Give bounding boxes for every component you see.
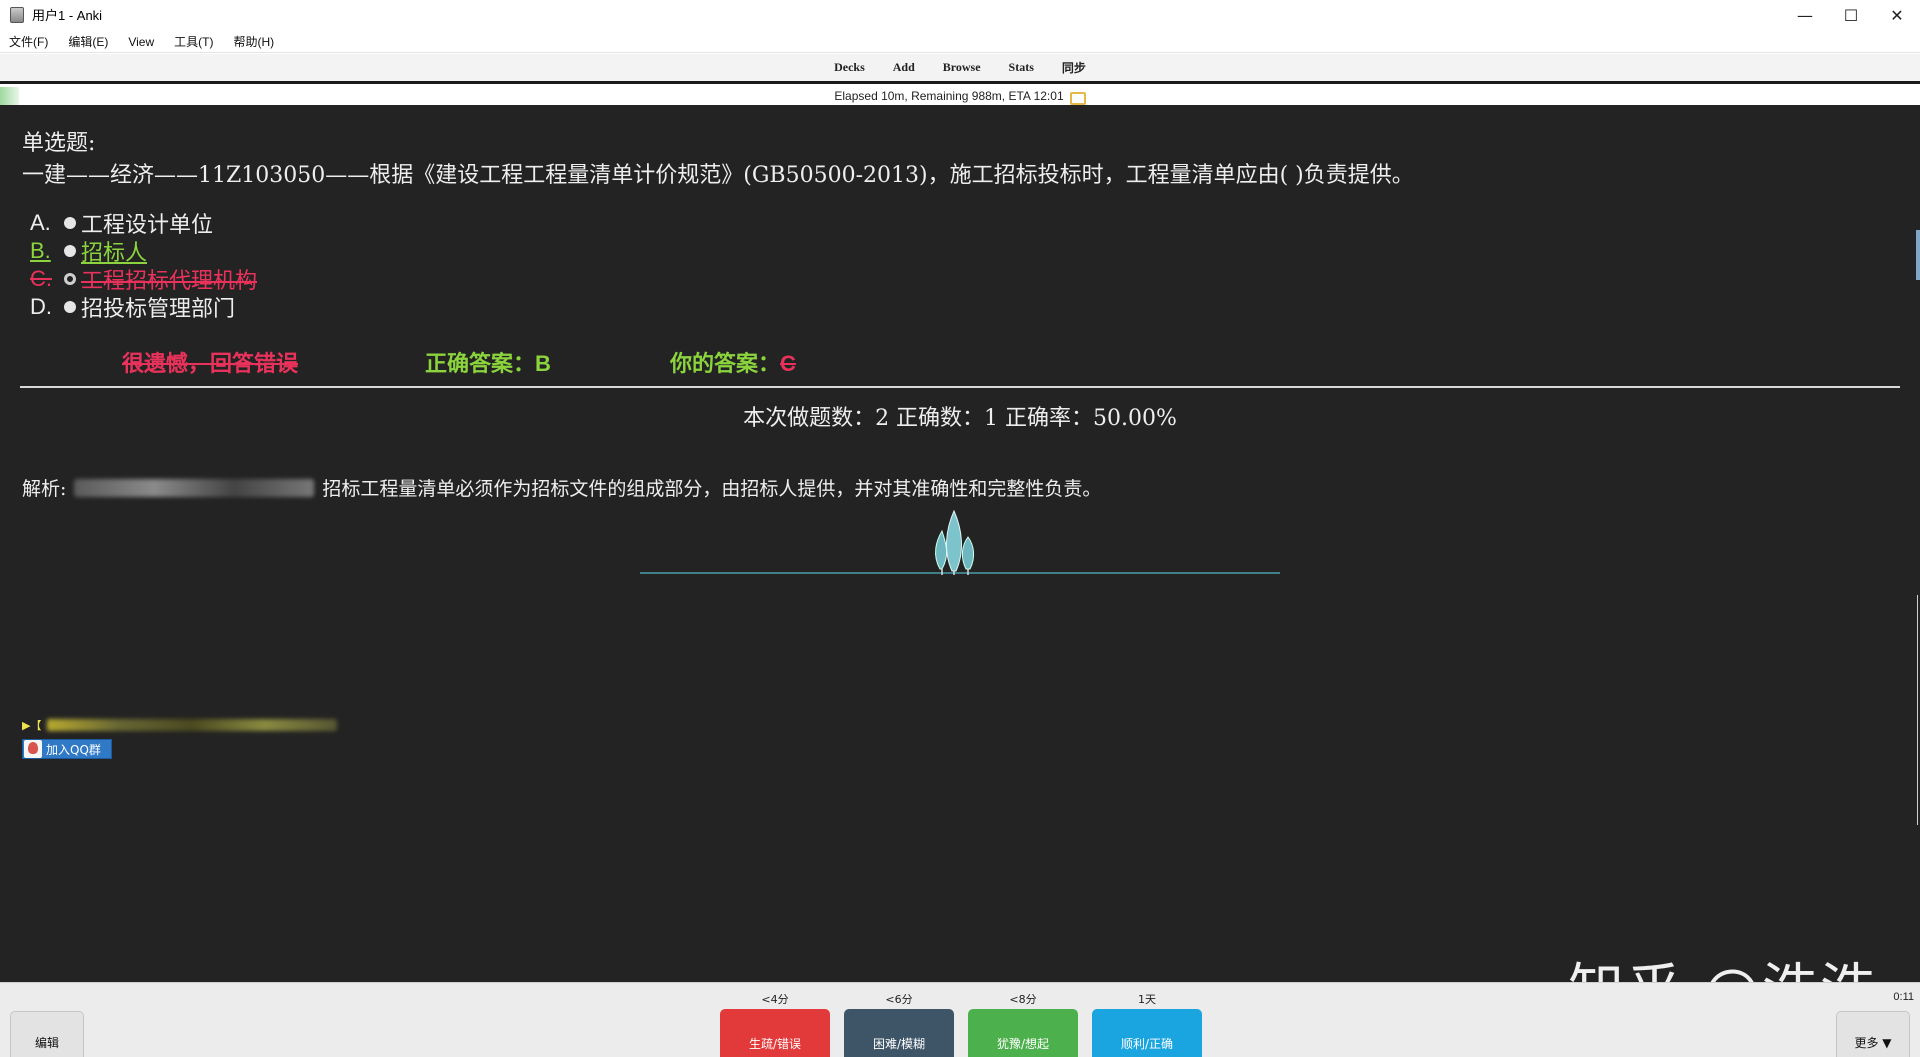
close-icon[interactable]: ✕ (1874, 0, 1920, 30)
toolbar-add[interactable]: Add (893, 60, 915, 75)
question-text: 一建——经济——11Z103050——根据《建设工程工程量清单计价规范》(GB5… (22, 163, 1414, 188)
scrollbar-track[interactable] (1917, 595, 1918, 825)
main-toolbar: Decks Add Browse Stats 同步 (0, 54, 1920, 84)
your-answer: 你的答案：C (670, 346, 796, 378)
option-letter: C. (30, 266, 52, 291)
your-answer-label: 你的答案： (670, 351, 781, 377)
option-a: A. 工程设计单位 (30, 209, 257, 238)
answer-bar: 编辑 <4分 生疏/错误 <6分 困难/模糊 <8分 犹豫/想起 1天 顺利/正… (0, 982, 1920, 1057)
ease-interval: <8分 (1009, 993, 1037, 1006)
promo-prefix: ▶【 (22, 719, 42, 732)
maximize-icon[interactable]: ☐ (1828, 0, 1874, 30)
option-letter: A. (30, 210, 51, 235)
ease-hard-group: <6分 困难/模糊 (844, 991, 954, 1057)
menu-edit[interactable]: 编辑(E) (65, 31, 111, 52)
ease-easy-button[interactable]: 顺利/正确 (1092, 1009, 1202, 1057)
result-row: 很遗憾，回答错误 正确答案：B 你的答案：C (0, 346, 1920, 378)
window-controls: — ☐ ✕ (1782, 0, 1920, 30)
more-button[interactable]: 更多 ▼ (1836, 1011, 1910, 1057)
options-list: A. 工程设计单位 B. 招标人 C. 工程招标代理机构 D. 招投标管理部门 (30, 209, 257, 322)
ease-good-group: <8分 犹豫/想起 (968, 991, 1078, 1057)
toolbar-browse[interactable]: Browse (943, 60, 981, 75)
bullet-icon (64, 301, 76, 313)
menu-view[interactable]: View (125, 33, 157, 51)
bullet-icon (64, 217, 76, 229)
option-text: 招投标管理部门 (81, 297, 236, 322)
minimize-icon[interactable]: — (1782, 0, 1828, 30)
correct-answer-value: B (535, 351, 551, 376)
card-timer: 0:11 (1893, 991, 1914, 1003)
window-title: 用户1 - Anki (32, 8, 103, 23)
join-qq-group-button[interactable]: 加入QQ群 (22, 739, 112, 759)
ease-good-button[interactable]: 犹豫/想起 (968, 1009, 1078, 1057)
qq-icon (24, 740, 42, 758)
analysis-label: 解析: (22, 478, 67, 500)
edit-button[interactable]: 编辑 (10, 1011, 84, 1057)
option-b: B. 招标人 (30, 237, 257, 266)
trees-divider-icon (640, 509, 1280, 575)
menu-tools[interactable]: 工具(T) (171, 31, 216, 52)
divider (20, 386, 1900, 388)
question-type: 单选题: (22, 131, 96, 156)
toolbar-decks[interactable]: Decks (834, 60, 865, 75)
verdict-text: 很遗憾，回答错误 (122, 351, 299, 377)
qq-button-label: 加入QQ群 (46, 742, 101, 757)
ease-interval: <4分 (761, 993, 789, 1006)
ease-again-group: <4分 生疏/错误 (720, 991, 830, 1057)
anki-app-icon (10, 6, 24, 23)
option-letter: D. (30, 294, 52, 319)
toolbar-sync[interactable]: 同步 (1062, 59, 1086, 76)
scrollbar-thumb[interactable] (1916, 230, 1920, 280)
progress-text: Elapsed 10m, Remaining 988m, ETA 12:01 (834, 89, 1064, 103)
session-stats: 本次做题数：2 正确数：1 正确率：50.00% (743, 406, 1177, 431)
ease-easy-group: 1天 顺利/正确 (1092, 991, 1202, 1057)
bullet-icon (64, 245, 76, 257)
blurred-region (47, 719, 338, 731)
progress-strip: Elapsed 10m, Remaining 988m, ETA 12:01 (0, 87, 1920, 105)
option-d: D. 招投标管理部门 (30, 293, 257, 322)
ease-interval: <6分 (885, 993, 913, 1006)
toolbar-stats[interactable]: Stats (1009, 60, 1034, 75)
refresh-icon[interactable] (1069, 91, 1086, 105)
menu-file[interactable]: 文件(F) (6, 31, 51, 52)
selected-bullet-icon (64, 273, 76, 285)
analysis-row: 解析: 招标工程量清单必须作为招标文件的组成部分，由招标人提供，并对其准确性和完… (22, 474, 1101, 501)
option-letter: B. (30, 238, 51, 263)
ease-hard-button[interactable]: 困难/模糊 (844, 1009, 954, 1057)
title-bar: 用户1 - Anki — ☐ ✕ (0, 0, 1920, 30)
analysis-text: 招标工程量清单必须作为招标文件的组成部分，由招标人提供，并对其准确性和完整性负责… (322, 478, 1102, 500)
progress-bar-fill (0, 87, 20, 105)
ease-interval: 1天 (1138, 993, 1156, 1006)
menu-help[interactable]: 帮助(H) (230, 31, 277, 52)
ease-again-button[interactable]: 生疏/错误 (720, 1009, 830, 1057)
promo-line: ▶【 (22, 717, 338, 733)
blurred-region (74, 478, 315, 497)
your-answer-value: C (780, 351, 796, 376)
menu-bar: 文件(F) 编辑(E) View 工具(T) 帮助(H) (0, 31, 1920, 53)
correct-answer-label: 正确答案： (425, 351, 536, 377)
correct-answer: 正确答案：B (425, 346, 551, 378)
card-review-area: 单选题: 一建——经济——11Z103050——根据《建设工程工程量清单计价规范… (0, 105, 1920, 982)
option-c: C. 工程招标代理机构 (30, 265, 257, 294)
